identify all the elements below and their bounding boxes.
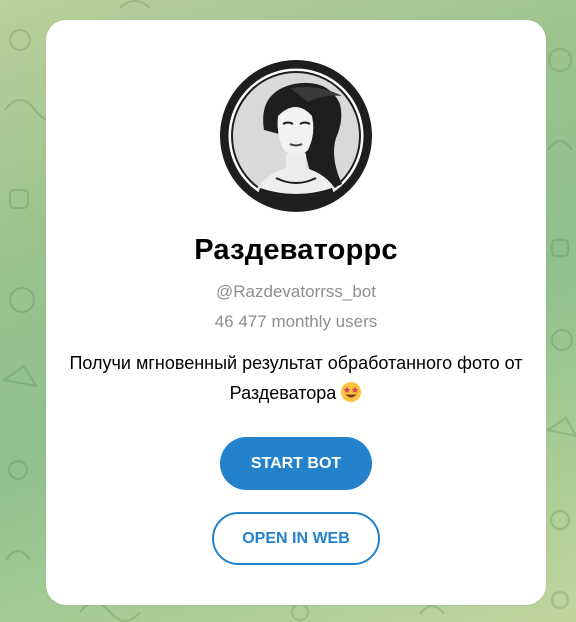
monthly-users-count: 46 477 monthly users — [214, 312, 378, 331]
bot-name: Раздеваторрс — [194, 234, 398, 266]
bot-username: @Razdevatorrss_bot — [216, 282, 376, 301]
star-struck-emoji-icon — [341, 382, 362, 402]
bot-avatar — [220, 60, 372, 212]
open-in-web-button[interactable]: OPEN IN WEB — [212, 512, 380, 565]
bot-profile-card: Раздеваторрс @Razdevatorrss_bot 46 477 m… — [46, 20, 546, 605]
bot-avatar-icon — [220, 60, 372, 212]
bot-description-container: Получи мгновенный результат обработанног… — [66, 348, 526, 408]
bot-description: Получи мгновенный результат обработанног… — [69, 353, 523, 403]
start-bot-button[interactable]: START BOT — [220, 437, 372, 490]
